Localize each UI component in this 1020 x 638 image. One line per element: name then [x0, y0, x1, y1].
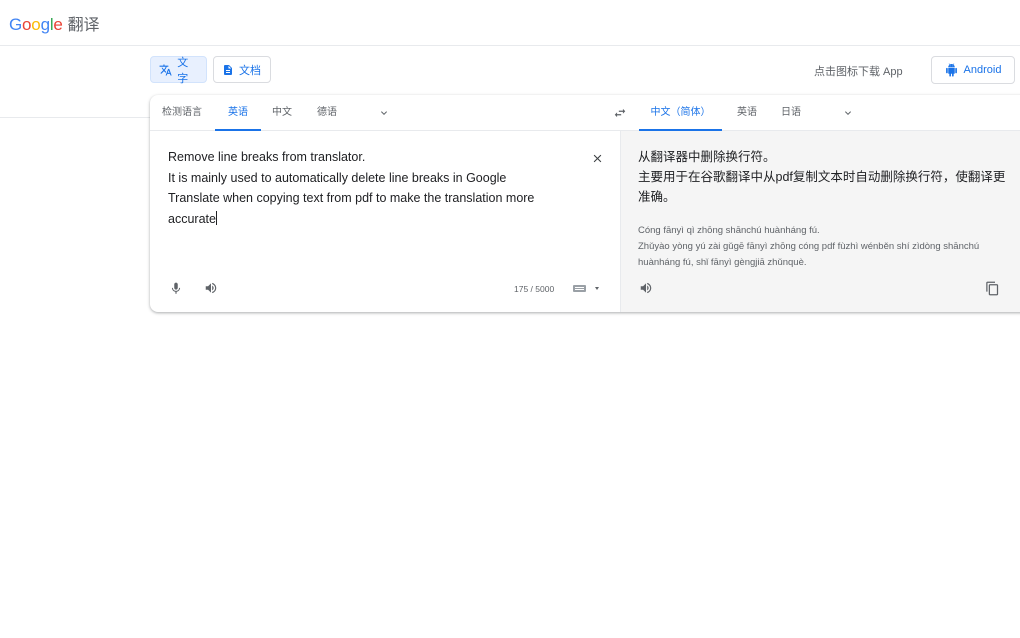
download-app-text: 点击图标下载 App — [814, 66, 903, 78]
google-translate-logo[interactable]: Google 翻译 — [9, 11, 99, 35]
android-app-button[interactable]: Android — [931, 56, 1015, 84]
target-lang-chinese-simplified[interactable]: 中文（简体） — [639, 95, 722, 131]
translation-line: 主要用于在谷歌翻译中从pdf复制文本时自动删除换行符，使翻译更 — [638, 170, 1006, 184]
target-pane: 从翻译器中删除换行符。 主要用于在谷歌翻译中从pdf复制文本时自动删除换行符，使… — [621, 131, 1020, 312]
voice-input-button[interactable] — [168, 280, 184, 296]
source-lang-chinese[interactable]: 中文 — [260, 95, 304, 131]
docs-mode-button[interactable]: 文档 — [213, 56, 271, 83]
chevron-down-icon[interactable] — [842, 107, 854, 119]
source-lang-detect[interactable]: 检测语言 — [150, 95, 214, 131]
target-lang-japanese[interactable]: 日语 — [769, 95, 813, 131]
android-label: Android — [963, 64, 1002, 76]
romanization: Cóng fānyì qì zhōng shānchú huànháng fú.… — [638, 223, 1020, 271]
source-line: It is mainly used to automatically delet… — [168, 170, 507, 185]
copy-translation-button[interactable] — [983, 279, 1001, 297]
source-line: accurate — [168, 211, 216, 226]
logo-letter: G — [9, 15, 23, 34]
source-line: Translate when copying text from pdf to … — [168, 191, 535, 205]
text-mode-label: 文字 — [177, 56, 189, 85]
romanization-line: huànháng fú, shǐ fānyì gèngjiā zhǔnquè. — [638, 257, 807, 268]
source-lang-english[interactable]: 英语 — [215, 95, 261, 131]
top-bar: Google 翻译 — [0, 0, 1020, 46]
romanization-line: Cóng fānyì qì zhōng shānchú huànháng fú. — [638, 225, 820, 236]
target-lang-english[interactable]: 英语 — [725, 95, 769, 131]
translation-card: 检测语言 英语 中文 德语 中文（简体） 英语 日语 Remove line b… — [150, 95, 1020, 312]
mic-icon — [171, 282, 181, 294]
close-icon — [593, 154, 601, 162]
chevron-down-icon[interactable] — [378, 107, 390, 119]
source-lang-german[interactable]: 德语 — [305, 95, 349, 131]
logo-letter: g — [40, 15, 50, 34]
romanization-line: Zhǔyào yòng yú zài gǔgē fānyì zhōng cóng… — [638, 241, 980, 252]
keyboard-icon — [573, 285, 599, 292]
left-band — [0, 46, 150, 118]
android-icon — [945, 63, 957, 77]
translation-line: 准确。 — [638, 190, 676, 204]
copy-icon — [985, 281, 998, 295]
input-tools-button[interactable] — [572, 282, 600, 294]
logo-letter: e — [53, 15, 63, 34]
text-cursor — [215, 210, 217, 225]
translation-line: 从翻译器中删除换行符。 — [638, 150, 776, 164]
speaker-icon — [205, 282, 217, 294]
translate-icon — [159, 63, 172, 76]
character-count: 175 / 5000 — [514, 284, 555, 294]
speaker-icon — [640, 282, 652, 294]
docs-mode-label: 文档 — [239, 64, 261, 77]
source-line: Remove line breaks from translator. — [168, 150, 366, 164]
listen-translation-button[interactable] — [638, 280, 654, 296]
translation-output: 从翻译器中删除换行符。 主要用于在谷歌翻译中从pdf复制文本时自动删除换行符，使… — [638, 147, 1020, 207]
listen-source-button[interactable] — [203, 280, 219, 296]
logo-letter: o — [22, 15, 32, 34]
source-textarea[interactable]: Remove line breaks from translator. It i… — [168, 147, 568, 229]
text-mode-button[interactable]: 文字 — [150, 56, 207, 85]
language-bar: 检测语言 英语 中文 德语 中文（简体） 英语 日语 — [150, 95, 1020, 131]
product-name: 翻译 — [67, 17, 100, 34]
document-icon — [224, 64, 232, 75]
logo-letter: o — [31, 15, 41, 34]
clear-source-button[interactable] — [590, 151, 604, 165]
swap-icon[interactable] — [612, 106, 628, 120]
